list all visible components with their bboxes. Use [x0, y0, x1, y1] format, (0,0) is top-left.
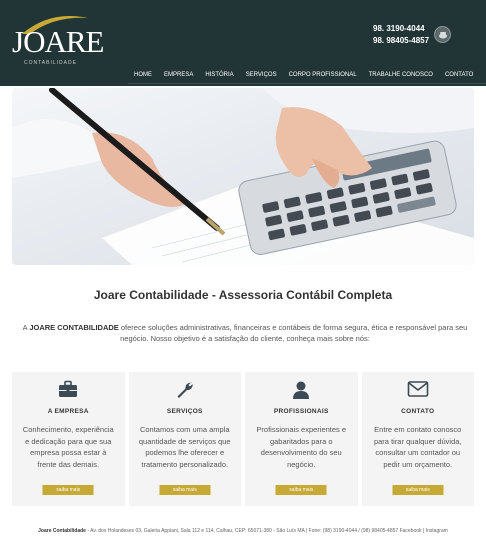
briefcase-icon	[59, 380, 78, 397]
nav-item-contato[interactable]: CONTATO	[439, 72, 479, 78]
phone-number-1: 98. 3190-4044	[373, 24, 425, 33]
site-logo[interactable]: JOARE CONTABILIDADE	[12, 14, 112, 66]
nav-item-corpo-profissional[interactable]: CORPO PROFISSIONAL	[283, 72, 363, 78]
saiba-mais-button[interactable]: saiba mais	[392, 485, 444, 495]
logo-tagline: CONTABILIDADE	[24, 60, 77, 66]
footer-brand: Joare Contabilidade	[38, 528, 86, 534]
card-text: Conhecimento, experiência e dedicação pa…	[22, 425, 114, 469]
card-text: Entre em contato conosco para tirar qual…	[373, 425, 462, 469]
intro-brand: JOARE CONTABILIDADE	[29, 323, 119, 332]
nav-item-empresa[interactable]: EMPRESA	[158, 72, 199, 78]
nav-item-servicos[interactable]: SERVIÇOS	[240, 72, 283, 78]
logo-wordmark: JOARE	[12, 24, 104, 59]
phone-numbers: 98. 3190-4044 98. 98405-4857	[373, 23, 429, 47]
nav-item-home[interactable]: HOME	[128, 72, 158, 78]
hero-calculator-illustration	[12, 88, 474, 265]
saiba-mais-button[interactable]: saiba mais	[159, 485, 211, 495]
envelope-icon	[407, 381, 429, 397]
card-text: Profissionais experientes e gabaritados …	[256, 425, 347, 469]
nav-item-historia[interactable]: HISTÓRIA	[199, 72, 239, 78]
nav-item-trabalhe-conosco[interactable]: TRABALHE CONOSCO	[363, 72, 439, 78]
hero-image	[12, 88, 474, 265]
card-title: A EMPRESA	[47, 408, 89, 415]
card-servicos: SERVIÇOS Contamos com uma ampla quantida…	[128, 372, 241, 506]
nav-divider	[128, 83, 486, 84]
card-title: CONTATO	[401, 408, 435, 415]
footer-text: - Av. dos Holandeses 03, Galeria Appiani…	[85, 528, 448, 534]
main-nav: HOME EMPRESA HISTÓRIA SERVIÇOS CORPO PRO…	[128, 72, 479, 78]
phone-number-2: 98. 98405-4857	[373, 36, 430, 45]
user-icon	[293, 381, 310, 399]
intro-text: A JOARE CONTABILIDADE oferece soluções a…	[10, 322, 480, 344]
phone-icon	[434, 26, 451, 43]
feature-cards: A EMPRESA Conhecimento, experiência e de…	[12, 372, 474, 506]
wrench-icon	[177, 382, 193, 398]
card-title: SERVIÇOS	[166, 408, 203, 415]
page-title: Joare Contabilidade - Assessoria Contábi…	[93, 288, 393, 302]
card-text: Contamos com uma ampla quantidade de ser…	[138, 425, 231, 469]
saiba-mais-button[interactable]: saiba mais	[42, 485, 94, 495]
card-title: PROFISSIONAIS	[273, 408, 329, 415]
saiba-mais-button[interactable]: saiba mais	[275, 485, 327, 495]
card-contato: CONTATO Entre em contato conosco para ti…	[361, 372, 474, 506]
site-header: JOARE CONTABILIDADE 98. 3190-4044 98. 98…	[0, 0, 486, 86]
site-footer: Joare Contabilidade - Av. dos Holandeses…	[0, 528, 486, 534]
intro-body: oferece soluções administrativas, financ…	[118, 323, 468, 343]
card-profissionais: PROFISSIONAIS Profissionais experientes …	[245, 372, 358, 506]
card-empresa: A EMPRESA Conhecimento, experiência e de…	[12, 372, 125, 506]
